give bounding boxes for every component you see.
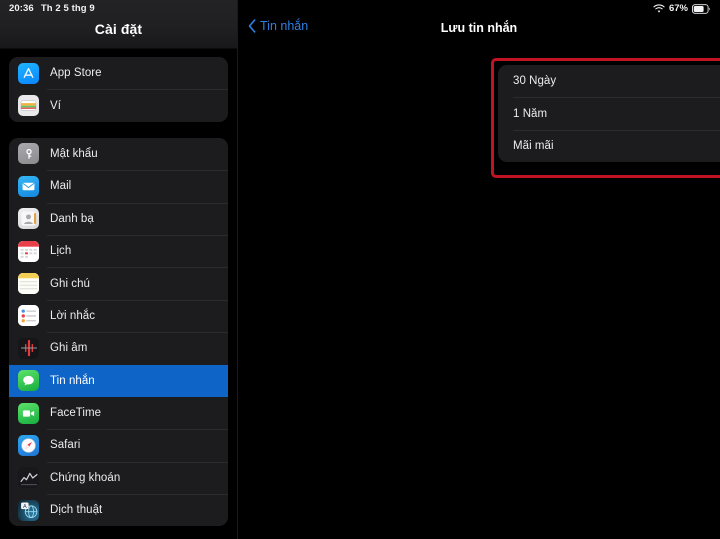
sidebar-item-label: Tin nhắn <box>50 374 95 387</box>
navigation-bar: 67% Tin nhắn Lưu tin nhắn <box>238 0 720 49</box>
battery-icon <box>692 3 711 14</box>
sidebar-item-label: Mật khẩu <box>50 147 98 160</box>
sidebar-item-notes[interactable]: Ghi chú <box>9 267 228 299</box>
calendar-icon <box>18 240 39 262</box>
reminders-icon <box>18 305 39 327</box>
sidebar-item-reminders[interactable]: Lời nhắc <box>9 299 228 332</box>
detail-pane: 67% Tin nhắn Lưu tin nhắn 30 Ngày 1 Năm … <box>237 0 720 539</box>
sidebar-item-label: Danh bạ <box>50 212 94 225</box>
option-label: 30 Ngày <box>513 75 557 88</box>
sidebar-item-label: Safari <box>50 439 81 452</box>
stocks-icon <box>18 467 39 489</box>
sidebar-group-apps: App Store Ví <box>9 57 228 122</box>
sidebar-item-calendar[interactable]: Lịch <box>9 234 228 267</box>
mail-envelope-icon <box>18 175 39 197</box>
keep-messages-options-group: 30 Ngày ✓ 1 Năm ✓ Mãi mãi ✓ <box>498 65 720 163</box>
status-time: 20:36 <box>9 3 34 14</box>
messages-icon <box>18 370 39 392</box>
passwords-key-icon <box>18 143 39 165</box>
app-store-icon <box>18 62 39 84</box>
translate-icon: A <box>18 499 39 521</box>
sidebar-item-passwords[interactable]: Mật khẩu <box>9 138 228 170</box>
status-bar-right: 67% <box>653 3 711 14</box>
facetime-icon <box>18 402 39 424</box>
sidebar-item-label: FaceTime <box>50 407 102 420</box>
sidebar-item-label: Lịch <box>50 245 72 258</box>
voice-memos-icon <box>18 337 39 359</box>
sidebar-item-stocks[interactable]: Chứng khoán <box>9 461 228 494</box>
option-label: 1 Năm <box>513 107 548 120</box>
svg-text:A: A <box>22 504 26 510</box>
wallet-icon <box>18 95 39 117</box>
sidebar-item-label: Lời nhắc <box>50 309 96 322</box>
sidebar-item-label: Ghi chú <box>50 277 90 290</box>
safari-compass-icon <box>18 434 39 456</box>
option-row-1-year[interactable]: 1 Năm ✓ <box>498 97 720 129</box>
page-title: Cài đặt <box>94 21 143 37</box>
sidebar-item-label: Ví <box>50 99 61 112</box>
sidebar-item-app-store[interactable]: App Store <box>9 57 228 89</box>
sidebar-item-translate[interactable]: A Dịch thuật <box>9 494 228 526</box>
battery-percent-label: 67% <box>668 3 688 14</box>
wifi-icon <box>653 3 665 14</box>
status-bar-left: 20:36 Th 2 5 thg 9 <box>9 3 95 14</box>
sidebar-item-label: App Store <box>50 67 102 80</box>
sidebar-item-messages[interactable]: Tin nhắn <box>9 364 228 397</box>
status-date: Th 2 5 thg 9 <box>40 3 95 14</box>
sidebar-item-label: Dịch thuật <box>50 504 103 517</box>
option-row-30-days[interactable]: 30 Ngày ✓ <box>498 65 720 97</box>
option-row-forever[interactable]: Mãi mãi ✓ <box>498 129 720 162</box>
sidebar-item-safari[interactable]: Safari <box>9 429 228 461</box>
sidebar-item-label: Mail <box>50 180 72 193</box>
sidebar-header: 20:36 Th 2 5 thg 9 Cài đặt <box>0 0 237 49</box>
sidebar-item-wallet[interactable]: Ví <box>9 89 228 121</box>
sidebar-item-label: Ghi âm <box>50 342 88 355</box>
option-label: Mãi mãi <box>513 139 554 152</box>
contacts-icon <box>18 208 39 230</box>
notes-icon <box>18 273 39 295</box>
sidebar-group-builtin-apps: Mật khẩu Mail Danh bạ Lịch Ghi chú Lời n… <box>9 137 228 527</box>
detail-title: Lưu tin nhắn <box>440 21 518 35</box>
sidebar-item-voice-memos[interactable]: Ghi âm <box>9 332 228 364</box>
ipad-settings-screen: 20:36 Th 2 5 thg 9 Cài đặt App Store Ví … <box>0 0 720 539</box>
sidebar-item-facetime[interactable]: FaceTime <box>9 397 228 429</box>
settings-sidebar: 20:36 Th 2 5 thg 9 Cài đặt App Store Ví … <box>0 0 237 539</box>
sidebar-item-contacts[interactable]: Danh bạ <box>9 202 228 235</box>
sidebar-item-mail[interactable]: Mail <box>9 170 228 202</box>
sidebar-item-label: Chứng khoán <box>50 471 121 484</box>
